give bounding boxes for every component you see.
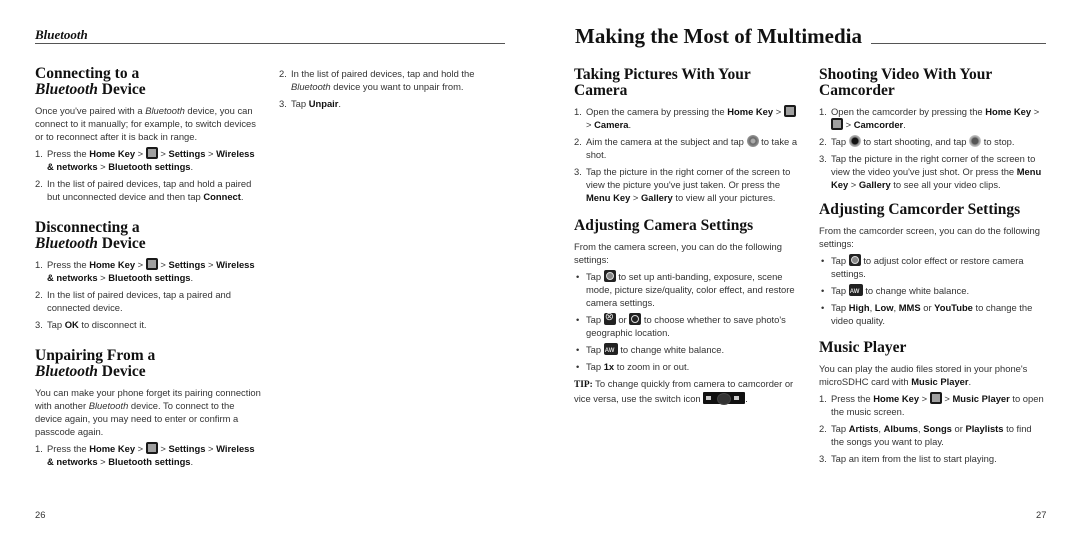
list-item: 1. Open the camera by pressing the Home K… <box>574 105 799 131</box>
list-item: 3. Tap OK to disconnect it. <box>35 319 147 330</box>
list-item: 3. Tap the picture in the right corner of… <box>819 153 1042 190</box>
intro-paragraph: From the camera screen, you can do the f… <box>574 241 782 265</box>
section-title: Taking Pictures With Your Camera <box>574 66 751 99</box>
app-grid-icon <box>929 392 942 404</box>
shutter-icon <box>746 135 759 147</box>
intro-paragraph: Once you've paired with a Bluetooth devi… <box>35 105 256 142</box>
chapter-title: Making the Most of Multimedia <box>575 24 862 48</box>
list-item: 1. Press the Home Key > > Settings > Wire… <box>35 442 255 467</box>
list-item: 2. In the list of paired devices, tap and… <box>35 178 252 202</box>
list-item: 1. Press the Home Key > > Settings > Wire… <box>35 147 255 172</box>
running-head: Bluetooth <box>35 27 88 42</box>
settings-icon <box>603 270 616 282</box>
intro-paragraph: You can play the audio files stored in y… <box>819 363 1028 387</box>
camera-camcorder-switch-icon <box>703 392 746 405</box>
section-title: Shooting Video With Your Camcorder <box>819 66 992 99</box>
section-title: Music Player <box>819 339 907 356</box>
list-item: 3. Tap the picture in the right corner of… <box>574 166 791 203</box>
list-item: •Tap or to choose whether to save photo'… <box>574 311 799 339</box>
section-unpairing: Unpairing From a Bluetooth Device You ca… <box>35 348 263 468</box>
list-item: • Tap High, Low, MMS or YouTube to change… <box>821 302 1033 326</box>
location-off-icon <box>629 313 642 325</box>
left-column-1: Connecting to a Bluetooth Device Once yo… <box>35 66 263 472</box>
page-number: 26 <box>35 509 46 520</box>
section-music-player: Music Player You can play the audio file… <box>819 340 1044 465</box>
page-number: 27 <box>1036 509 1047 520</box>
list-item: •Tap to change white balance. <box>574 343 799 358</box>
app-grid-icon <box>145 147 158 159</box>
section-title: Unpairing From a Bluetooth Device <box>35 347 156 380</box>
section-camcorder-settings: Adjusting Camcorder Settings From the ca… <box>819 202 1044 327</box>
location-on-icon <box>603 311 616 325</box>
section-disconnecting: Disconnecting a Bluetooth Device 1. Press… <box>35 220 263 331</box>
list-item: •Tap to change white balance. <box>819 284 1044 299</box>
settings-icon <box>848 254 861 266</box>
header-rule <box>35 43 505 44</box>
list-item: 3. Tap an item from the list to start pla… <box>819 453 997 464</box>
chapter-rule <box>871 43 1046 44</box>
app-grid-icon <box>783 105 796 117</box>
section-title: Connecting to a Bluetooth Device <box>35 65 146 98</box>
list-item: • Tap to adjust color effect or restore c… <box>821 254 1024 279</box>
right-column-1: Taking Pictures With Your Camera 1. Open … <box>574 67 799 409</box>
section-title: Disconnecting a Bluetooth Device <box>35 219 146 252</box>
list-item: • Tap to set up anti-banding, exposure, s… <box>576 270 795 308</box>
tip-paragraph: TIP: To change quickly from camera to ca… <box>574 378 794 405</box>
list-item: 3. Tap Unpair. <box>279 98 342 109</box>
list-item: 2. Tap Artists, Albums, Songs or Playlist… <box>819 423 1032 447</box>
section-shooting-video: Shooting Video With Your Camcorder 1. Ope… <box>819 67 1044 191</box>
white-balance-icon <box>848 284 863 299</box>
list-item: • Tap 1x to zoom in or out. <box>576 361 690 372</box>
list-item: 2. In the list of paired devices, tap and… <box>279 68 475 92</box>
list-item: 2. Tap to start shooting, and tap to stop… <box>819 135 1015 147</box>
section-title: Adjusting Camcorder Settings <box>819 201 1021 218</box>
section-camera-settings: Adjusting Camera Settings From the camer… <box>574 218 799 405</box>
app-grid-icon <box>831 118 843 130</box>
intro-paragraph: You can make your phone forget its pairi… <box>35 387 261 437</box>
record-icon <box>848 135 861 147</box>
right-column-2: Shooting Video With Your Camcorder 1. Ope… <box>819 67 1044 469</box>
list-item: 1. Press the Home Key > > Music Player to… <box>819 392 1044 417</box>
list-item: 1. Open the camcorder by pressing the Hom… <box>819 106 1040 130</box>
list-item: 2. In the list of paired devices, tap a p… <box>35 289 231 313</box>
app-grid-icon <box>145 442 158 454</box>
intro-paragraph: From the camcorder screen, you can do th… <box>819 225 1040 249</box>
section-connecting: Connecting to a Bluetooth Device Once yo… <box>35 66 263 203</box>
left-page: Bluetooth Connecting to a Bluetooth Devi… <box>0 0 540 539</box>
section-title: Adjusting Camera Settings <box>574 217 754 234</box>
right-page: Making the Most of Multimedia Taking Pic… <box>540 0 1080 539</box>
white-balance-icon <box>603 343 618 358</box>
section-taking-pictures: Taking Pictures With Your Camera 1. Open … <box>574 67 799 204</box>
left-column-2: 2. In the list of paired devices, tap and… <box>279 67 507 114</box>
list-item: 1. Press the Home Key > > Settings > Wire… <box>35 258 255 283</box>
stop-icon <box>969 135 982 147</box>
app-grid-icon <box>145 258 158 270</box>
list-item: 2. Aim the camera at the subject and tap … <box>574 135 798 160</box>
